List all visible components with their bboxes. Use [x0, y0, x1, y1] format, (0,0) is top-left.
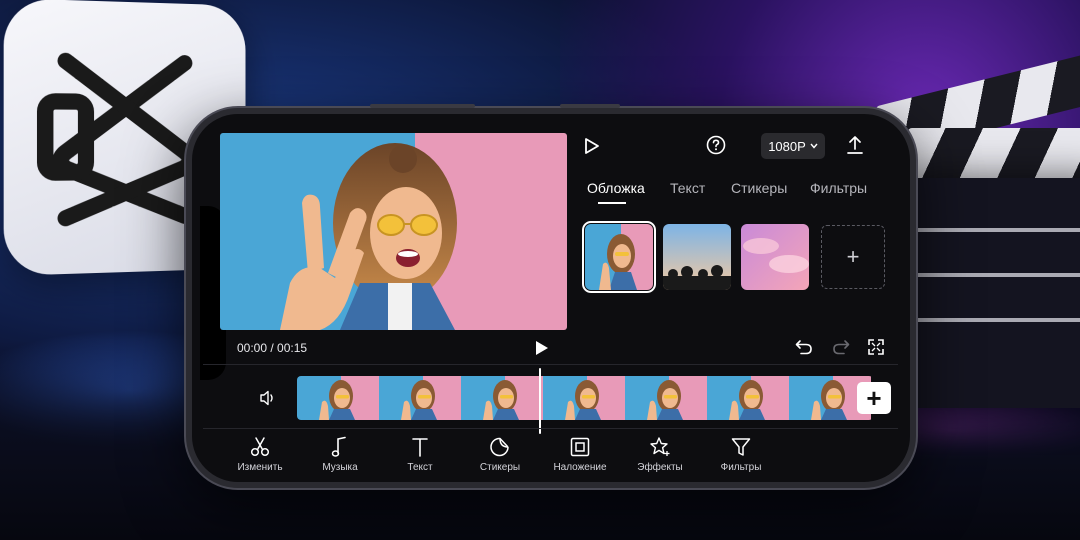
overlay-icon	[570, 437, 590, 457]
timeline-frame	[543, 376, 625, 420]
undo-icon[interactable]	[795, 339, 813, 360]
resolution-dropdown[interactable]: 1080P	[761, 133, 825, 159]
tool-label: Стикеры	[479, 462, 521, 473]
filter-icon	[731, 438, 751, 456]
sticker-icon	[490, 437, 509, 457]
video-track[interactable]	[297, 376, 873, 420]
tool-label: Изменить	[237, 462, 283, 473]
timeline-frame	[461, 376, 543, 420]
tool-label: Текст	[407, 462, 433, 473]
divider	[203, 428, 898, 429]
audio-mute-icon[interactable]	[259, 390, 277, 411]
time-display: 00:00 / 00:15	[237, 341, 308, 355]
tool-edit[interactable]: Изменить	[220, 436, 300, 473]
tab-stickers[interactable]: Стикеры	[731, 180, 787, 196]
preview-image	[220, 133, 567, 330]
phone-side-button	[560, 104, 620, 108]
cover-thumbnail-clouds[interactable]	[741, 224, 809, 290]
help-icon[interactable]	[706, 135, 726, 160]
divider	[203, 364, 898, 365]
tool-label: Эффекты	[637, 462, 683, 473]
add-clip-label: +	[866, 383, 882, 413]
text-icon	[412, 438, 428, 457]
cover-thumbnail-palms[interactable]	[663, 224, 731, 290]
tool-label: Наложение	[553, 462, 607, 473]
timeline-frame	[379, 376, 461, 420]
export-icon[interactable]	[846, 135, 864, 160]
add-cover-button[interactable]: +	[821, 225, 885, 289]
tool-label: Музыка	[322, 462, 358, 473]
timeline-frame	[625, 376, 707, 420]
play-icon[interactable]	[535, 340, 549, 361]
tab-text[interactable]: Текст	[670, 180, 705, 196]
tool-stickers[interactable]: Стикеры	[460, 436, 540, 473]
tool-text[interactable]: Текст	[380, 436, 460, 473]
timeline-frame	[707, 376, 789, 420]
scissors-icon	[250, 437, 270, 457]
tool-music[interactable]: Музыка	[300, 436, 380, 473]
effects-star-icon	[650, 437, 670, 456]
redo-icon[interactable]	[832, 339, 850, 360]
tool-overlay[interactable]: Наложение	[540, 436, 620, 473]
video-preview[interactable]	[220, 133, 567, 330]
playhead[interactable]	[539, 368, 541, 434]
tab-cover[interactable]: Обложка	[587, 180, 645, 196]
cover-thumbnail-selected[interactable]	[582, 221, 656, 293]
active-tab-indicator	[598, 202, 626, 204]
phone-side-button	[370, 104, 475, 108]
fullscreen-icon[interactable]	[868, 339, 884, 360]
resolution-label: 1080P	[768, 138, 806, 154]
chevron-down-icon	[810, 143, 818, 149]
add-clip-button[interactable]: +	[857, 382, 891, 414]
add-cover-label: +	[846, 244, 860, 269]
timeline-frame	[297, 376, 379, 420]
music-note-icon	[331, 436, 346, 457]
tab-filters[interactable]: Фильтры	[810, 180, 867, 196]
tool-label: Фильтры	[720, 462, 762, 473]
tool-filters[interactable]: Фильтры	[701, 436, 781, 473]
play-outline-icon[interactable]	[583, 137, 601, 160]
tool-effects[interactable]: Эффекты	[620, 436, 700, 473]
